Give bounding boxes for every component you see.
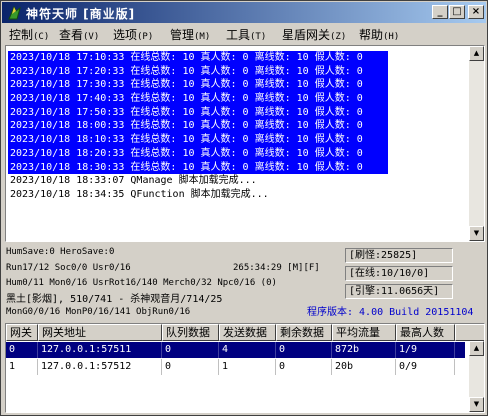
map-status: 黑土[影烟], 510/741 - 杀神观音月/714/25 <box>6 294 223 305</box>
log-line[interactable]: 2023/10/18 18:00:33 在线总数: 10 真人数: 0 离线数:… <box>8 119 388 134</box>
log-line[interactable]: 2023/10/18 17:10:33 在线总数: 10 真人数: 0 离线数:… <box>8 51 388 65</box>
cell-avg-traffic: 20b <box>332 359 396 375</box>
cell-sent: 1 <box>219 359 276 375</box>
monster-status: MonG0/0/16 MonP0/16/141 ObjRun0/16 <box>6 307 191 317</box>
title-bar[interactable]: 神符天师 [商业版] _ □ × <box>2 2 486 23</box>
run-status: Run17/12 Soc0/0 Usr0/16 <box>6 263 131 273</box>
app-icon <box>8 5 21 20</box>
table-row[interactable]: 1 127.0.0.1:57512 0 1 0 20b 0/9 <box>6 359 465 375</box>
cell-address: 127.0.0.1:57511 <box>38 342 162 358</box>
log-line[interactable]: 2023/10/18 17:30:33 在线总数: 10 真人数: 0 离线数:… <box>8 78 388 93</box>
log-line[interactable]: 2023/10/18 17:50:33 在线总数: 10 真人数: 0 离线数:… <box>8 105 388 120</box>
maximize-button[interactable]: □ <box>449 5 465 19</box>
column-header-filler <box>455 324 484 341</box>
log-line[interactable]: 2023/10/18 18:33:07 QManage 脚本加载完成... <box>8 174 470 188</box>
uptime: 265:34:29 [M][F] <box>233 263 320 273</box>
log-line[interactable]: 2023/10/18 18:20:33 在线总数: 10 真人数: 0 离线数:… <box>8 146 388 161</box>
scroll-down-icon[interactable]: ▼ <box>469 397 484 412</box>
table-header: 网关 网关地址 队列数据 发送数据 剩余数据 平均流量 最高人数 <box>6 324 484 341</box>
cell-gateway: 1 <box>6 359 38 375</box>
window-title: 神符天师 [商业版] <box>26 7 136 21</box>
online-box: [在线:10/10/0] <box>345 266 453 281</box>
object-status: Hum0/11 Mon0/16 UsrRot16/140 Merch0/32 N… <box>6 278 277 288</box>
cell-max-users: 0/9 <box>396 359 455 375</box>
minimize-button[interactable]: _ <box>432 5 448 19</box>
log-line[interactable]: 2023/10/18 18:34:35 QFunction 脚本加载完成... <box>8 188 470 202</box>
log-panel[interactable]: 2023/10/18 17:10:33 在线总数: 10 真人数: 0 离线数:… <box>5 45 485 242</box>
column-header-max-users[interactable]: 最高人数 <box>396 324 455 341</box>
cell-queue: 0 <box>162 342 219 358</box>
table-row[interactable]: 0 127.0.0.1:57511 0 4 0 872b 1/9 <box>6 342 465 358</box>
column-header-gateway[interactable]: 网关 <box>6 324 38 341</box>
menu-star-shield-gateway[interactable]: 星盾网关(Z) <box>282 26 346 43</box>
menu-control[interactable]: 控制(C) <box>9 26 49 43</box>
cell-address: 127.0.0.1:57512 <box>38 359 162 375</box>
column-header-remaining[interactable]: 剩余数据 <box>276 324 332 341</box>
cell-remaining: 0 <box>276 359 332 375</box>
cell-sent: 4 <box>219 342 276 358</box>
scroll-down-icon[interactable]: ▼ <box>469 226 484 241</box>
main-window: 神符天师 [商业版] _ □ × 控制(C) 查看(V) 选项(P) 管理(M)… <box>0 0 488 416</box>
refresh-monster-box: [刷怪:25825] <box>345 248 453 263</box>
cell-remaining: 0 <box>276 342 332 358</box>
gateway-table[interactable]: 网关 网关地址 队列数据 发送数据 剩余数据 平均流量 最高人数 0 127.0… <box>5 323 485 413</box>
column-header-avg-traffic[interactable]: 平均流量 <box>332 324 396 341</box>
menu-manage[interactable]: 管理(M) <box>170 26 210 43</box>
scroll-up-icon[interactable]: ▲ <box>469 46 484 61</box>
save-status: HumSave:0 HeroSave:0 <box>6 247 115 257</box>
table-scrollbar[interactable]: ▲ ▼ <box>469 341 484 412</box>
menu-options[interactable]: 选项(P) <box>113 26 153 43</box>
log-line[interactable]: 2023/10/18 18:10:33 在线总数: 10 真人数: 0 离线数:… <box>8 133 388 147</box>
log-line[interactable]: 2023/10/18 17:40:33 在线总数: 10 真人数: 0 离线数:… <box>8 92 388 106</box>
column-header-queue[interactable]: 队列数据 <box>162 324 219 341</box>
log-line[interactable]: 2023/10/18 17:20:33 在线总数: 10 真人数: 0 离线数:… <box>8 64 388 79</box>
column-header-address[interactable]: 网关地址 <box>38 324 162 341</box>
column-header-sent[interactable]: 发送数据 <box>219 324 276 341</box>
cell-queue: 0 <box>162 359 219 375</box>
menu-bar: 控制(C) 查看(V) 选项(P) 管理(M) 工具(T) 星盾网关(Z) 帮助… <box>2 24 486 43</box>
close-button[interactable]: × <box>468 5 484 19</box>
menu-view[interactable]: 查看(V) <box>59 26 99 43</box>
cell-gateway: 0 <box>6 342 38 358</box>
cell-avg-traffic: 872b <box>332 342 396 358</box>
status-panel: HumSave:0 HeroSave:0 Run17/12 Soc0/0 Usr… <box>5 245 485 321</box>
log-lines: 2023/10/18 17:10:33 在线总数: 10 真人数: 0 离线数:… <box>8 51 470 202</box>
cell-max-users: 1/9 <box>396 342 455 358</box>
menu-help[interactable]: 帮助(H) <box>359 26 399 43</box>
log-line[interactable]: 2023/10/18 18:30:33 在线总数: 10 真人数: 0 离线数:… <box>8 160 388 175</box>
menu-tools[interactable]: 工具(T) <box>226 26 266 43</box>
scroll-up-icon[interactable]: ▲ <box>469 341 484 356</box>
engine-box: [引擎:11.0656天] <box>345 284 453 299</box>
log-scrollbar[interactable]: ▲ ▼ <box>469 46 484 241</box>
version-label: 程序版本: 4.00 Build 20151104 <box>307 307 474 318</box>
